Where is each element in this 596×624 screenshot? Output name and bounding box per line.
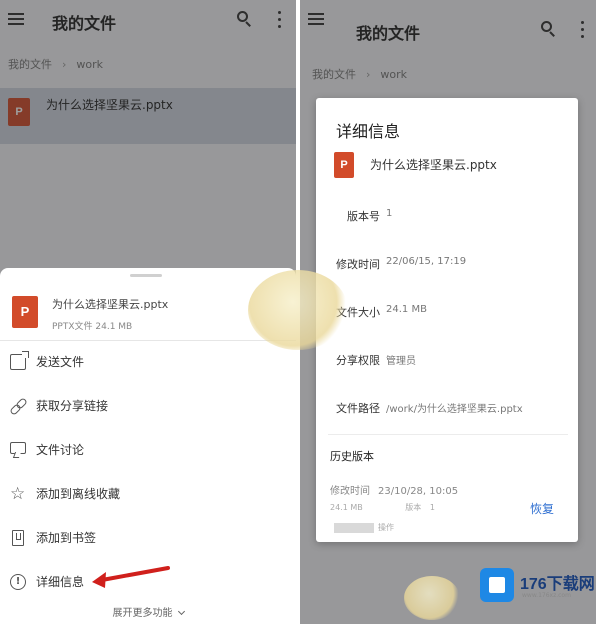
action-label: 发送文件 [36, 355, 85, 369]
history-version: 1 [429, 503, 435, 512]
detail-row-version: 版本号 1 [316, 208, 578, 228]
action-label: 添加到离线收藏 [36, 487, 121, 501]
detail-row-path: 文件路径 /work/为什么选择坚果云.pptx [316, 400, 578, 420]
action-add-bookmark[interactable]: 添加到书签 [0, 518, 296, 558]
pptx-file-icon: P [12, 296, 38, 328]
action-send-file[interactable]: 发送文件 [0, 342, 296, 382]
detail-value: 1 [386, 208, 393, 219]
pptx-file-icon: P [334, 152, 354, 178]
dialog-title: 详细信息 [336, 122, 401, 141]
history-value: 23/10/28, 10:05 [378, 486, 459, 497]
action-share-link[interactable]: 获取分享链接 [0, 386, 296, 426]
detail-label: 分享权限 [336, 354, 380, 367]
logo-url: www.176xz.com [522, 592, 571, 599]
star-icon: ☆ [10, 484, 26, 504]
site-logo-watermark: 176下载网 www.176xz.com [476, 562, 596, 606]
detail-value: /work/为什么选择坚果云.pptx [386, 404, 523, 415]
history-label: 修改时间 [330, 486, 370, 497]
detail-label: 修改时间 [336, 258, 380, 271]
bookmark-icon [12, 530, 24, 546]
history-title: 历史版本 [330, 450, 374, 463]
logo-icon [480, 568, 514, 602]
logo-brand: 176下载网 [520, 576, 595, 593]
action-label: 详细信息 [36, 575, 85, 589]
action-label: 添加到书签 [36, 531, 97, 545]
red-arrow-annotation [92, 566, 170, 588]
history-by-label: 操作 [378, 523, 394, 532]
history-version-label: 版本 [405, 503, 422, 512]
sheet-file-meta: PPTX文件 24.1 MB [52, 322, 133, 332]
action-label: 文件讨论 [36, 443, 85, 457]
drag-handle[interactable] [130, 274, 162, 277]
action-file-discussion[interactable]: 文件讨论 [0, 430, 296, 470]
history-operator: 操作 [330, 522, 394, 533]
expand-label: 展开更多功能 [112, 608, 173, 619]
history-size: 24.1 MB [330, 503, 363, 512]
history-meta: 24.1 MB 版本 1 [330, 502, 435, 513]
comment-icon [10, 442, 26, 454]
detail-value: 24.1 MB [386, 304, 427, 315]
redacted-block [334, 522, 374, 533]
detail-value: 管理员 [386, 356, 416, 367]
chevron-down-icon [177, 607, 185, 616]
dialog-file-name: 为什么选择坚果云.pptx [370, 158, 497, 172]
mascot-watermark [404, 576, 460, 620]
divider [0, 340, 296, 341]
detail-label: 文件路径 [336, 402, 380, 415]
detail-row-size: 文件大小 24.1 MB [316, 304, 578, 324]
link-icon [10, 398, 26, 414]
details-dialog: 详细信息 P 为什么选择坚果云.pptx 版本号 1 修改时间 22/06/15… [316, 98, 578, 542]
detail-row-modified: 修改时间 22/06/15, 17:19 [316, 256, 578, 276]
sheet-file-name: 为什么选择坚果云.pptx [52, 298, 169, 311]
expand-more-button[interactable]: 展开更多功能 [0, 604, 296, 619]
action-offline-favorite[interactable]: ☆ 添加到离线收藏 [0, 474, 296, 514]
mascot-watermark [248, 270, 348, 350]
divider [328, 434, 568, 435]
detail-row-permission: 分享权限 管理员 [316, 352, 578, 372]
share-icon [10, 351, 29, 370]
history-modified: 修改时间 23/10/28, 10:05 [330, 482, 458, 497]
action-label: 获取分享链接 [36, 399, 109, 413]
detail-value: 22/06/15, 17:19 [386, 256, 467, 267]
restore-button[interactable]: 恢复 [530, 500, 554, 517]
detail-label: 版本号 [347, 210, 380, 223]
info-icon: ! [10, 574, 26, 590]
